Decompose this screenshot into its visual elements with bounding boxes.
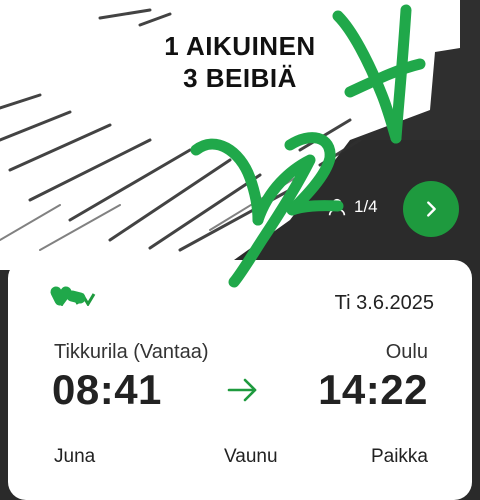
ticket-progress-text: 1/4	[354, 197, 378, 216]
vr-logo	[54, 293, 96, 306]
ticket-progress: 1/4	[326, 196, 378, 218]
chevron-right-icon	[427, 201, 436, 217]
person-icon	[328, 198, 346, 216]
arrival-station: Oulu	[385, 341, 428, 363]
overlay-title-line-2: 3 BEIBIÄ	[183, 63, 297, 93]
car-label: Vaunu	[224, 446, 278, 467]
next-ticket-button[interactable]	[403, 181, 459, 237]
seat-label: Paikka	[370, 446, 428, 467]
ticket-date: Ti 3.6.2025	[334, 292, 434, 314]
arrow-right-icon	[227, 378, 257, 402]
overlay-title: 1 AIKUINEN 3 BEIBIÄ	[0, 30, 480, 94]
arrival-time: 14:22	[318, 366, 428, 413]
train-label: Juna	[54, 446, 96, 467]
departure-station: Tikkurila (Vantaa)	[54, 341, 209, 363]
overlay-title-line-1: 1 AIKUINEN	[164, 31, 316, 61]
departure-time: 08:41	[52, 366, 162, 413]
